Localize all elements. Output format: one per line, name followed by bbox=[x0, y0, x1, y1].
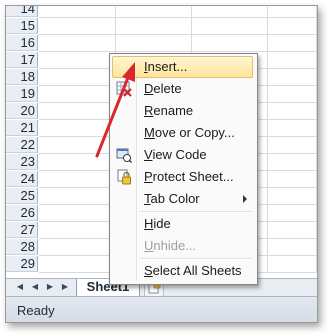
annotation-arrow bbox=[95, 62, 135, 158]
annotation-arrow-head bbox=[122, 62, 135, 82]
annotation-arrow-shaft bbox=[95, 73, 131, 158]
